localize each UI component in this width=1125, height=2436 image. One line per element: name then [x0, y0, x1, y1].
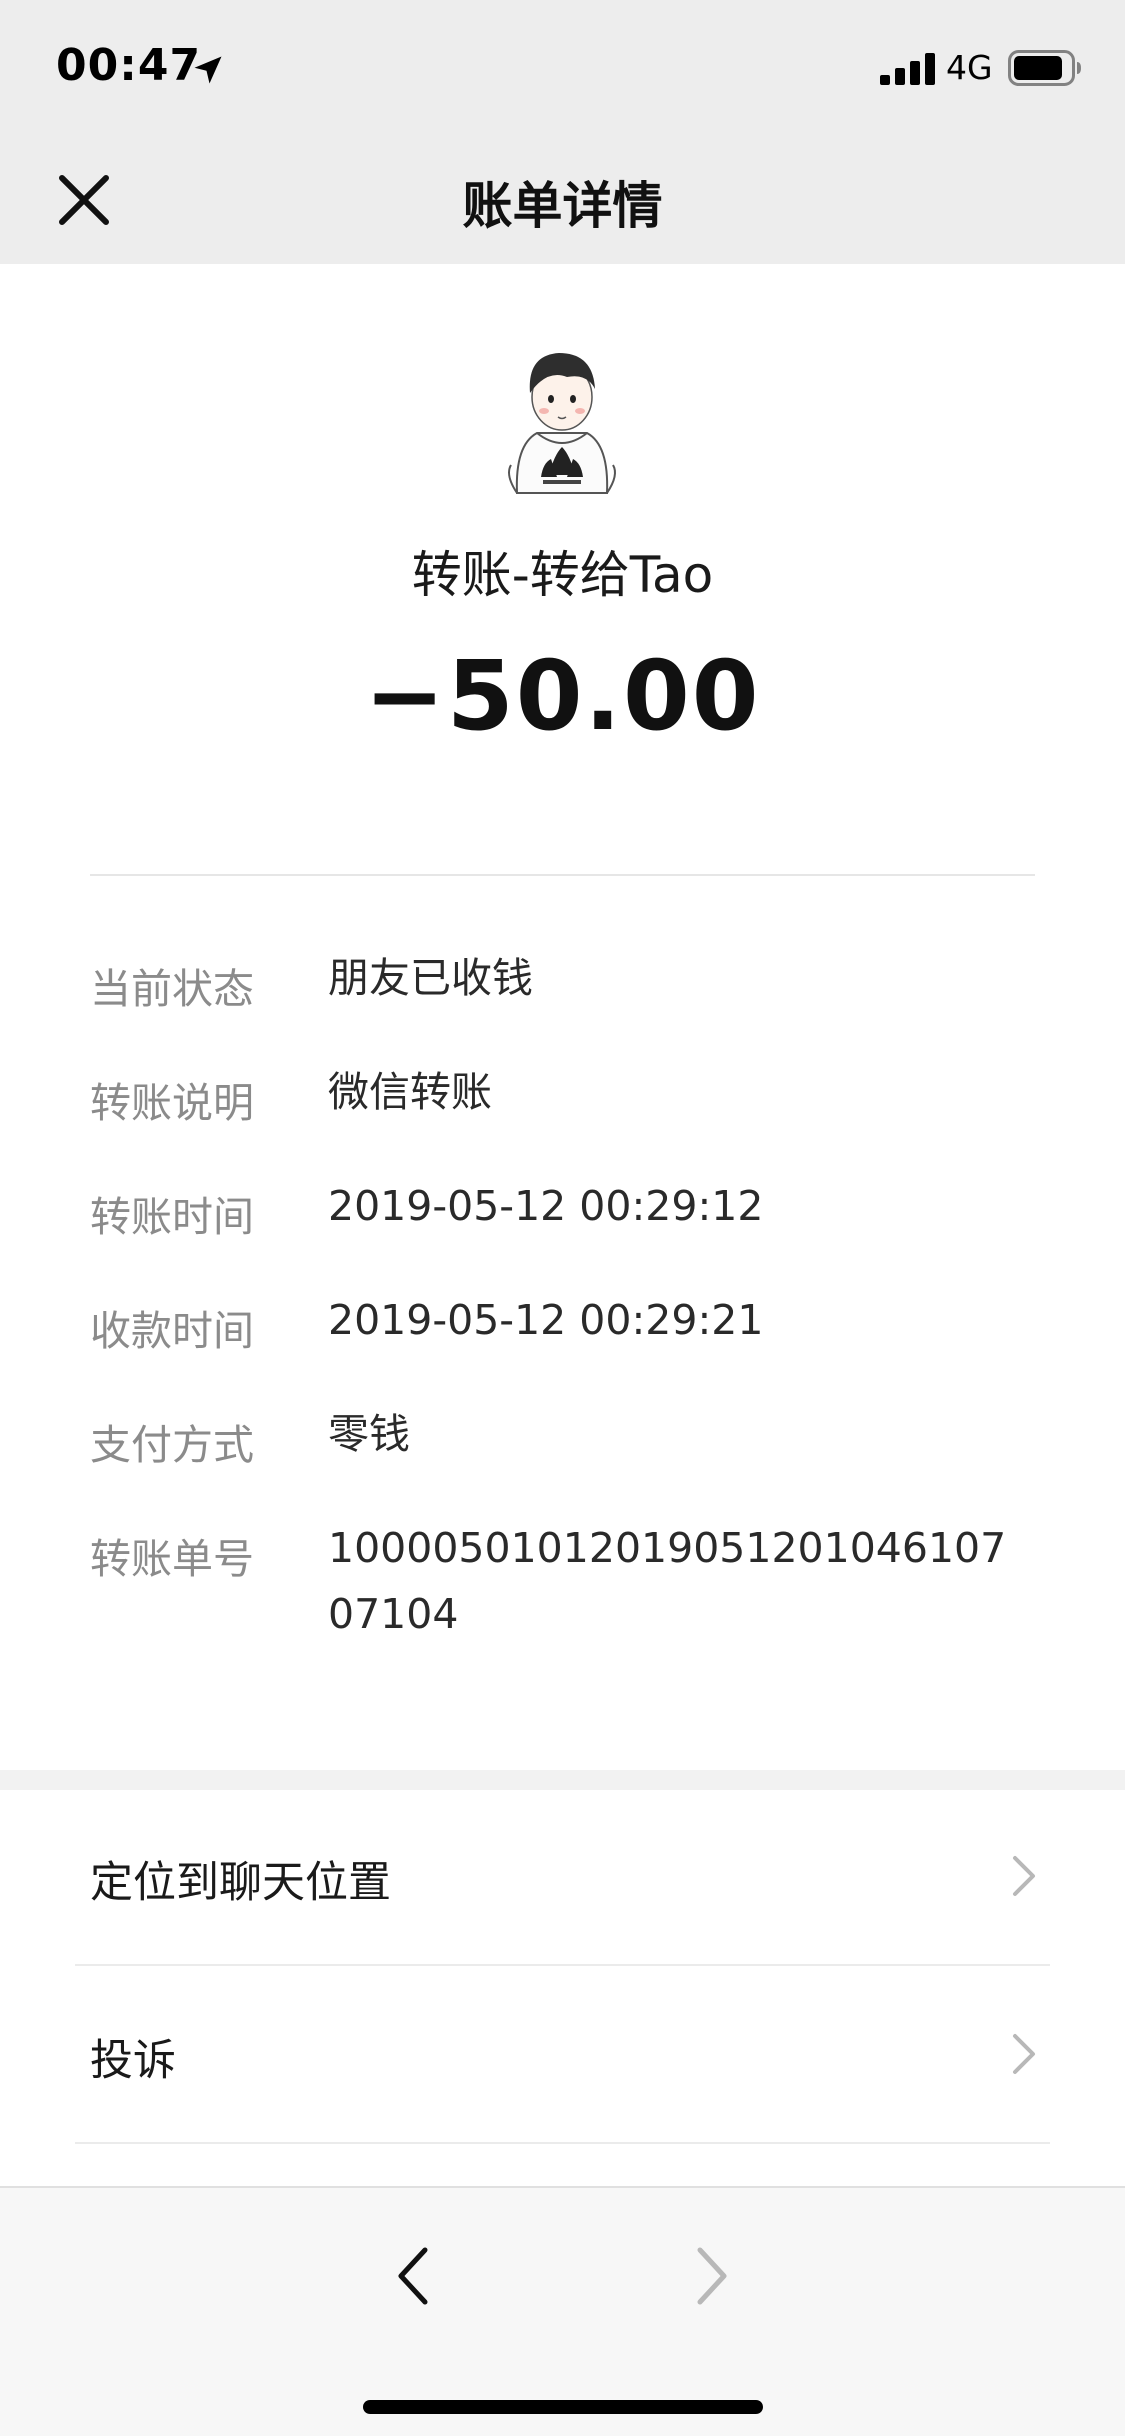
divider: [75, 2142, 1050, 2144]
cell-label: 投诉: [90, 2036, 176, 2086]
forward-arrow-icon: [697, 2247, 727, 2305]
page-title: 账单详情: [462, 177, 663, 235]
cell-label: 定位到聊天位置: [90, 1858, 391, 1908]
forward-button[interactable]: [680, 2236, 740, 2316]
detail-row-receive-time: 收款时间 2019-05-12 00:29:21: [0, 1296, 1125, 1411]
detail-label: 收款时间: [90, 1307, 254, 1355]
bill-detail-screen: 00:47 4G 账单详情 转账-转给Tao −50.00 当前状态 朋友已收钱…: [0, 0, 1125, 2436]
divider: [90, 874, 1035, 876]
battery-icon: [1008, 50, 1081, 86]
complain-button[interactable]: 投诉: [0, 1968, 1125, 2144]
locate-in-chat-button[interactable]: 定位到聊天位置: [0, 1790, 1125, 1966]
detail-value: 微信转账: [328, 1068, 492, 1116]
detail-label: 转账单号: [90, 1535, 254, 1583]
status-time: 00:47: [56, 40, 202, 91]
status-bar: 00:47 4G: [0, 0, 1125, 134]
detail-row-status: 当前状态 朋友已收钱: [0, 954, 1125, 1069]
detail-row-transfer-id: 转账单号 1000050101201905120104610707104: [0, 1524, 1125, 1675]
location-arrow-icon: [194, 56, 222, 84]
divider: [75, 1964, 1050, 1966]
detail-row-transfer-time: 转账时间 2019-05-12 00:29:12: [0, 1182, 1125, 1297]
detail-value: 2019-05-12 00:29:12: [328, 1182, 764, 1230]
detail-label: 当前状态: [90, 965, 254, 1013]
detail-label: 转账时间: [90, 1193, 254, 1241]
detail-row-payment-method: 支付方式 零钱: [0, 1410, 1125, 1525]
section-separator: [0, 1770, 1125, 1790]
detail-label: 转账说明: [90, 1079, 254, 1127]
detail-row-note: 转账说明 微信转账: [0, 1068, 1125, 1183]
detail-list: 当前状态 朋友已收钱 转账说明 微信转账 转账时间 2019-05-12 00:…: [0, 954, 1125, 1675]
home-indicator: [363, 2400, 763, 2414]
chevron-right-icon: [1013, 1856, 1035, 1896]
bottom-toolbar: [0, 2186, 1125, 2436]
detail-value: 朋友已收钱: [328, 954, 533, 1002]
signal-bars-icon: [880, 53, 935, 85]
avatar: [508, 353, 616, 494]
chevron-right-icon: [1013, 2034, 1035, 2074]
detail-value: 1000050101201905120104610707104: [328, 1524, 1007, 1638]
transfer-description: 转账-转给Tao: [411, 546, 714, 604]
back-button[interactable]: [385, 2236, 445, 2316]
back-arrow-icon: [398, 2247, 428, 2305]
detail-label: 支付方式: [90, 1421, 254, 1469]
navigation-bar: 账单详情: [0, 134, 1125, 264]
detail-value: 零钱: [328, 1410, 410, 1458]
transfer-amount: −50.00: [364, 640, 761, 752]
network-type: 4G: [946, 48, 993, 87]
detail-value: 2019-05-12 00:29:21: [328, 1296, 764, 1344]
